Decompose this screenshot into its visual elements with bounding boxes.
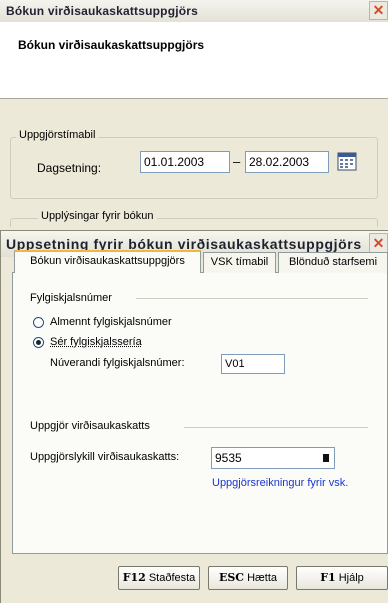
tab-vat-posting[interactable]: Bókun virðisaukaskattsuppgjörs — [14, 250, 201, 273]
current-voucher-input[interactable]: V01 — [221, 354, 285, 374]
booking-info-group-label: Upplýsingar fyrir bókun — [38, 210, 157, 222]
back-window-title: Bókun virðisaukaskattsuppgjörs — [6, 4, 199, 18]
settlement-account-link[interactable]: Uppgjörsreikningur fyrir vsk. — [212, 477, 348, 489]
help-label: Hjálp — [338, 572, 364, 584]
tab-vat-period[interactable]: VSK tímabil — [203, 252, 276, 273]
help-shortcut: F1 — [320, 571, 336, 584]
back-window-heading: Bókun virðisaukaskattsuppgjörs — [18, 38, 205, 52]
settlement-key-input[interactable]: 9535 — [211, 447, 335, 469]
vat-settlement-section-label: Uppgjör virðisaukaskatts — [30, 420, 150, 432]
lookup-button-icon[interactable] — [323, 454, 329, 462]
back-window-header — [0, 22, 388, 99]
cancel-label: Hætta — [247, 572, 278, 584]
radio-selected-dot — [36, 340, 41, 345]
cancel-shortcut: ESC — [218, 571, 245, 584]
close-icon: ✕ — [372, 235, 385, 251]
radio-general-voucher-label[interactable]: Almennt fylgiskjalsnúmer — [50, 316, 172, 328]
date-from-input[interactable]: 01.01.2003 — [140, 151, 230, 173]
confirm-label: Staðfesta — [148, 572, 196, 584]
settlement-key-label: Uppgjörslykill virðisaukaskatts: — [30, 451, 180, 463]
tab-mixed-operations[interactable]: Blönduð starfsemi — [278, 252, 388, 273]
cancel-button[interactable]: ESC Hætta — [208, 566, 288, 590]
section-divider — [184, 427, 368, 428]
close-icon: ✕ — [372, 2, 385, 18]
calendar-icon[interactable] — [337, 151, 357, 171]
radio-general-voucher[interactable] — [33, 317, 44, 328]
confirm-button[interactable]: F12 Staðfesta — [118, 566, 200, 590]
date-separator: – — [233, 154, 241, 169]
period-group-label: Uppgjörstímabil — [16, 129, 99, 141]
section-divider — [136, 298, 368, 299]
radio-voucher-series-label[interactable]: Sér fylgiskjalssería — [50, 336, 142, 348]
voucher-number-section-label: Fylgiskjalsnúmer — [30, 292, 112, 304]
date-to-input[interactable]: 28.02.2003 — [245, 151, 329, 173]
current-voucher-label: Núverandi fylgiskjalsnúmer: — [50, 357, 185, 369]
date-label: Dagsetning: — [37, 161, 102, 175]
help-button[interactable]: F1 Hjálp — [296, 566, 388, 590]
dialog-close-button[interactable]: ✕ — [369, 233, 388, 253]
confirm-shortcut: F12 — [122, 571, 146, 584]
tab-panel — [12, 272, 388, 554]
back-window-close-button[interactable]: ✕ — [369, 1, 388, 20]
